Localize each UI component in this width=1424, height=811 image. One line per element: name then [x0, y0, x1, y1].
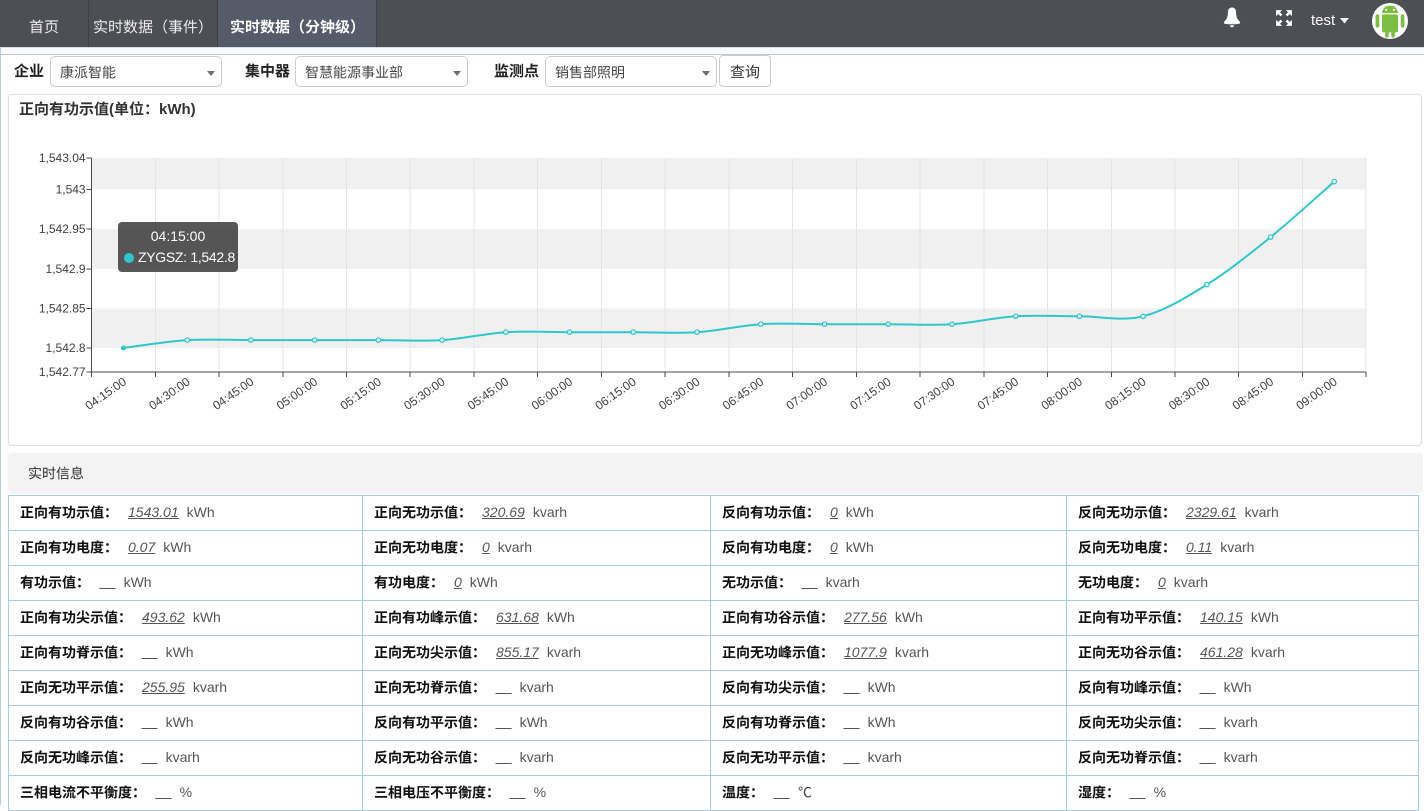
svg-text:07:15:00: 07:15:00 — [847, 374, 894, 412]
svg-text:1,543: 1,543 — [56, 183, 86, 197]
svg-text:04:15:00: 04:15:00 — [83, 374, 130, 412]
svg-text:08:45:00: 08:45:00 — [1230, 374, 1277, 412]
svg-text:06:00:00: 06:00:00 — [529, 374, 576, 412]
svg-text:1,542.8: 1,542.8 — [46, 341, 86, 355]
svg-text:08:30:00: 08:30:00 — [1166, 374, 1213, 412]
svg-text:1,542.9: 1,542.9 — [46, 262, 86, 276]
svg-text:05:00:00: 05:00:00 — [274, 374, 321, 412]
svg-text:1,542.77: 1,542.77 — [39, 365, 86, 379]
svg-text:1,543.04: 1,543.04 — [39, 151, 86, 165]
svg-text:06:15:00: 06:15:00 — [592, 374, 639, 412]
svg-text:1,542.85: 1,542.85 — [39, 301, 86, 315]
svg-text:1,542.95: 1,542.95 — [39, 222, 86, 236]
svg-text:05:15:00: 05:15:00 — [338, 374, 385, 412]
svg-text:05:45:00: 05:45:00 — [465, 374, 512, 412]
svg-text:09:00:00: 09:00:00 — [1293, 374, 1340, 412]
svg-text:05:30:00: 05:30:00 — [401, 374, 448, 412]
svg-text:06:30:00: 06:30:00 — [656, 374, 703, 412]
svg-text:04:45:00: 04:45:00 — [210, 374, 257, 412]
svg-text:04:30:00: 04:30:00 — [146, 374, 193, 412]
svg-text:06:45:00: 06:45:00 — [720, 374, 767, 412]
svg-text:07:00:00: 07:00:00 — [784, 374, 831, 412]
svg-text:08:15:00: 08:15:00 — [1102, 374, 1149, 412]
svg-text:08:00:00: 08:00:00 — [1039, 374, 1086, 412]
svg-text:07:30:00: 07:30:00 — [911, 374, 958, 412]
svg-text:07:45:00: 07:45:00 — [975, 374, 1022, 412]
